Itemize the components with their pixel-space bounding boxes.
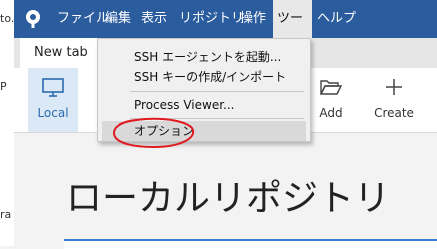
menu-item-process-viewer[interactable]: Process Viewer...: [98, 95, 310, 115]
folder-open-icon: [320, 80, 342, 95]
main-content: ローカルリポジトリ: [14, 133, 437, 249]
add-label: Add: [319, 106, 343, 120]
background-fragment: ra: [0, 208, 12, 221]
menu-view[interactable]: 表示: [141, 0, 167, 38]
menu-file[interactable]: ファイル: [57, 0, 109, 38]
page-title: ローカルリポジトリ: [66, 178, 391, 219]
plus-icon: [386, 79, 402, 95]
annotation-circle: [112, 117, 195, 149]
sourcetree-logo-icon: [26, 10, 40, 28]
menu-tools[interactable]: ツール: [273, 0, 312, 64]
create-label: Create: [374, 106, 414, 120]
background-fragment: P: [0, 80, 7, 93]
add-button[interactable]: Add: [311, 68, 351, 132]
background-fragment: to.: [0, 12, 15, 25]
menu-actions[interactable]: 操作: [240, 0, 266, 38]
background-window-edge: to. P ra: [0, 0, 15, 246]
menu-separator: [130, 91, 304, 92]
monitor-icon: [42, 78, 64, 97]
menu-item-start-ssh-agent[interactable]: SSH エージェントを起動...: [98, 47, 310, 67]
search-input[interactable]: [64, 239, 437, 249]
local-label: Local: [37, 106, 69, 120]
menu-help[interactable]: ヘルプ: [317, 0, 356, 38]
menu-item-create-import-ssh-key[interactable]: SSH キーの作成/インポート: [98, 67, 310, 87]
create-button[interactable]: Create: [369, 68, 419, 132]
menu-repository[interactable]: リポジトリ: [179, 0, 244, 38]
local-button[interactable]: Local: [28, 68, 78, 132]
menu-bar: ファイル 編集 表示 リポジトリ 操作 ツール ヘルプ: [14, 0, 437, 64]
menu-edit[interactable]: 編集: [105, 0, 131, 38]
